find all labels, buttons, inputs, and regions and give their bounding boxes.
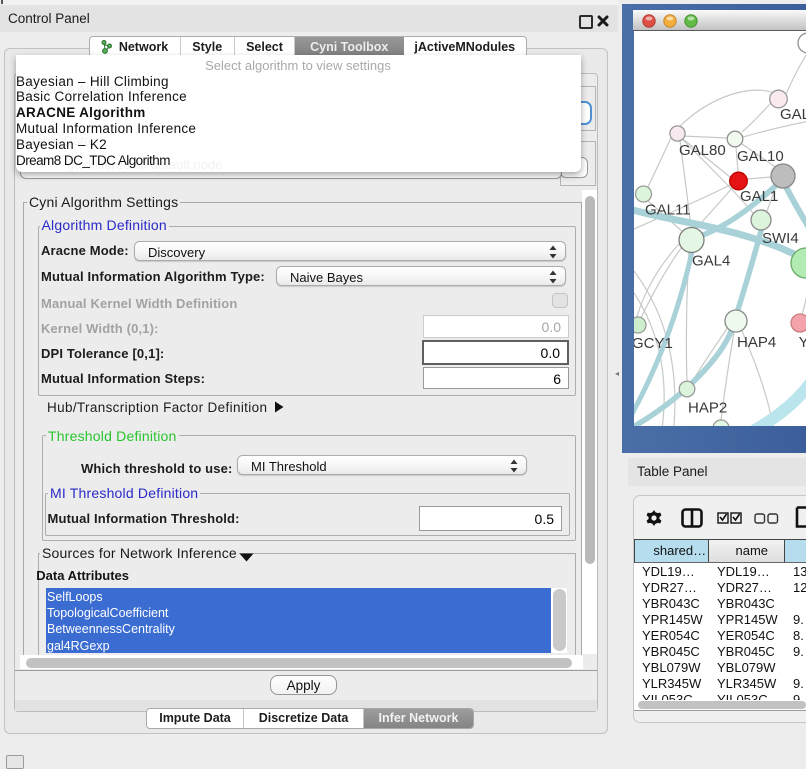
svg-text:GAL80: GAL80 [679, 142, 726, 159]
svg-text:GAL10: GAL10 [737, 148, 784, 165]
svg-text:HAP4: HAP4 [737, 334, 776, 351]
svg-text:GCY1: GCY1 [634, 335, 673, 352]
svg-text:HAP2: HAP2 [688, 400, 727, 417]
svg-text:Y: Y [799, 334, 806, 351]
svg-text:GAL: GAL [780, 106, 806, 123]
svg-text:GAL1: GAL1 [740, 188, 778, 205]
svg-text:SWI4: SWI4 [762, 230, 799, 247]
svg-text:GAL4: GAL4 [692, 253, 730, 270]
svg-text:GAL11: GAL11 [645, 202, 691, 219]
